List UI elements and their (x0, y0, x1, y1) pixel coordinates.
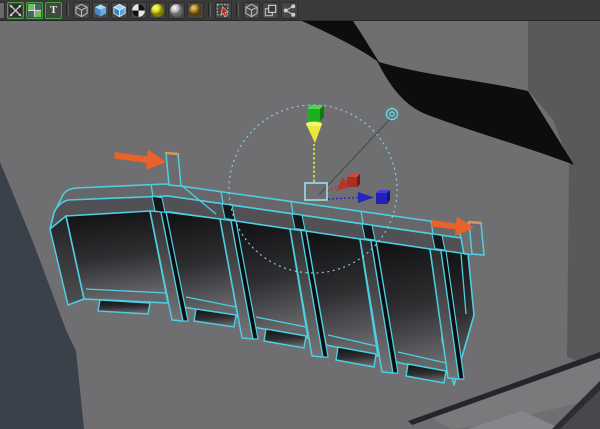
y-axis-cube (307, 105, 324, 121)
x-axis-cube (347, 174, 360, 187)
joint-xray-icon[interactable] (281, 1, 298, 19)
toolbar-separator (236, 3, 239, 17)
application-window: T (0, 0, 600, 429)
wireframe-on-shaded-icon[interactable] (111, 1, 128, 19)
textured-mode-icon[interactable] (130, 1, 147, 19)
isolate-select-icon[interactable] (215, 1, 232, 19)
text-tool-icon[interactable]: T (45, 1, 62, 19)
toolbar-separator (66, 3, 69, 17)
lighting-icon[interactable] (149, 1, 166, 19)
3d-viewport[interactable] (0, 21, 600, 429)
shaded-mode-icon[interactable] (92, 1, 109, 19)
backface-culling-icon[interactable] (262, 1, 279, 19)
clipped-left-icon[interactable] (0, 1, 5, 19)
material-icon[interactable] (187, 1, 204, 19)
xray-mode-icon[interactable] (243, 1, 260, 19)
text-tool-glyph: T (49, 3, 58, 16)
quad-view-icon[interactable] (7, 1, 24, 19)
viewport-toolbar: T (0, 0, 600, 21)
wireframe-mode-icon[interactable] (73, 1, 90, 19)
default-material-icon[interactable] (168, 1, 185, 19)
z-axis-cube (376, 190, 390, 204)
right-spur-highlight-edge (467, 220, 483, 225)
toolbar-separator (208, 3, 211, 17)
bottom-tab-1[interactable] (97, 299, 151, 315)
split-view-icon[interactable] (26, 1, 43, 19)
left-spur-highlight-edge (164, 151, 180, 156)
